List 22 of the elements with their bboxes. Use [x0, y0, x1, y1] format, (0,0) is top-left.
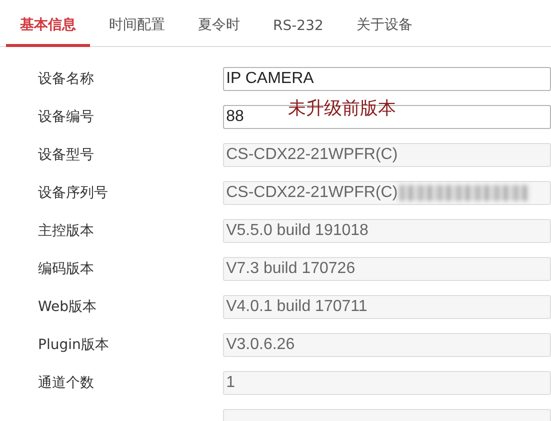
tab[interactable]: 夏令时 [184, 16, 254, 47]
readonly-field[interactable]: V7.3 build 170726 [223, 257, 551, 281]
tab[interactable]: 时间配置 [95, 16, 179, 47]
field-label: 设备序列号 [38, 184, 109, 202]
tab[interactable]: 关于设备 [342, 16, 426, 47]
readonly-field[interactable]: V4.0.1 build 170711 [223, 295, 551, 319]
readonly-field[interactable]: CS-CDX22-21WPFR(C) [223, 143, 551, 167]
input-field[interactable]: IP CAMERA [223, 67, 551, 91]
field-label: Web版本 [38, 298, 98, 316]
readonly-field[interactable]: 1 [223, 371, 551, 395]
field-label: 编码版本 [38, 260, 95, 278]
field-label: 设备名称 [38, 70, 95, 88]
tab[interactable]: 基本信息 [6, 16, 90, 47]
field-label: 主控版本 [38, 222, 95, 240]
field-label: 设备编号 [38, 108, 95, 126]
tab[interactable]: RS-232 [259, 18, 338, 47]
field-label: 设备型号 [38, 146, 95, 164]
readonly-field[interactable]: CS-CDX22-21WPFR(C) [223, 181, 551, 205]
field-label: Plugin版本 [38, 336, 110, 354]
readonly-field[interactable]: V5.5.0 build 191018 [223, 219, 551, 243]
readonly-field[interactable]: V3.0.6.26 [223, 333, 551, 357]
field-label: 通道个数 [38, 374, 95, 392]
